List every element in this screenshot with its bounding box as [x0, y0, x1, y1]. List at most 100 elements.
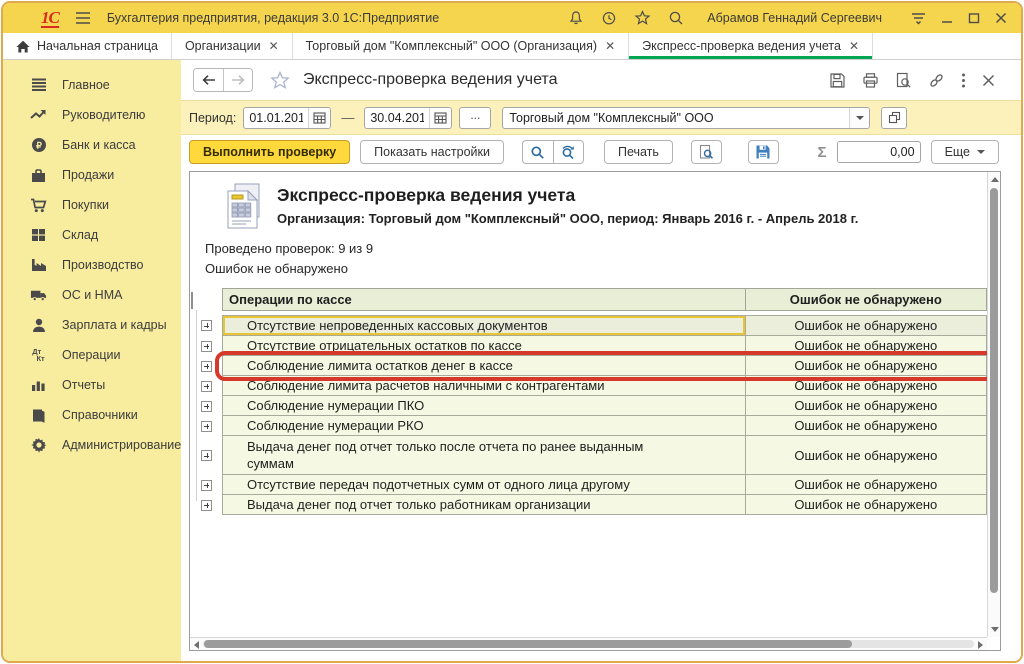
expand-plus-icon[interactable]: [201, 381, 212, 392]
check-status-cell[interactable]: Ошибок не обнаружено: [746, 495, 987, 515]
tab-close-icon[interactable]: ✕: [849, 40, 859, 52]
vertical-scrollbar[interactable]: [987, 172, 1000, 637]
expand-plus-icon[interactable]: [201, 401, 212, 412]
search-icon[interactable]: [668, 10, 684, 26]
save-icon[interactable]: [829, 72, 846, 89]
sidebar-item-operations[interactable]: Дт Кт Операции: [3, 340, 181, 370]
more-menu-kebab-icon[interactable]: [961, 72, 966, 89]
check-status-cell[interactable]: Ошибок не обнаружено: [746, 336, 987, 356]
show-settings-button[interactable]: Показать настройки: [360, 140, 504, 164]
calendar-icon[interactable]: [308, 108, 330, 128]
check-name-cell[interactable]: Соблюдение нумерации ПКО: [222, 396, 746, 416]
check-row[interactable]: Отсутствие непроведенных кассовых докуме…: [190, 315, 987, 336]
expand-plus-icon[interactable]: [201, 341, 212, 352]
date-from-input[interactable]: [244, 111, 308, 125]
user-name[interactable]: Абрамов Геннадий Сергеевич: [707, 11, 882, 25]
sidebar-item-administration[interactable]: Администрирование: [3, 430, 181, 460]
expand-plus-icon[interactable]: [201, 320, 212, 331]
tab-express-check[interactable]: Экспресс-проверка ведения учета ✕: [629, 33, 873, 59]
sidebar-item-fixed-assets[interactable]: ОС и НМА: [3, 280, 181, 310]
expand-plus-icon[interactable]: [201, 480, 212, 491]
sum-input[interactable]: [838, 145, 920, 159]
choose-from-list-icon[interactable]: [881, 107, 907, 129]
dropdown-arrow-icon[interactable]: [849, 108, 869, 128]
close-form-icon[interactable]: [982, 74, 995, 87]
save-result-button[interactable]: [748, 140, 779, 164]
horizontal-scrollbar[interactable]: [190, 637, 987, 650]
sidebar-item-manager[interactable]: Руководителю: [3, 100, 181, 130]
date-from-field[interactable]: [243, 107, 331, 129]
expand-plus-icon[interactable]: [201, 421, 212, 432]
favorites-star-icon[interactable]: [634, 10, 651, 26]
close-window-icon[interactable]: [995, 12, 1007, 24]
notifications-bell-icon[interactable]: [568, 10, 584, 26]
check-name-cell[interactable]: Соблюдение лимита остатков денег в кассе: [222, 356, 746, 376]
date-to-field[interactable]: [364, 107, 452, 129]
check-status-cell[interactable]: Ошибок не обнаружено: [746, 356, 987, 376]
check-name-cell[interactable]: Соблюдение лимита расчетов наличными с к…: [222, 376, 746, 396]
find-next-button[interactable]: [553, 140, 584, 164]
preview-icon[interactable]: [895, 72, 912, 89]
sidebar-item-production[interactable]: Производство: [3, 250, 181, 280]
sidebar-item-sales[interactable]: Продажи: [3, 160, 181, 190]
scroll-left-icon[interactable]: [194, 641, 199, 649]
sidebar-item-reports[interactable]: Отчеты: [3, 370, 181, 400]
tab-organization-card[interactable]: Торговый дом "Комплексный" ООО (Организа…: [293, 33, 630, 59]
back-button[interactable]: [194, 69, 223, 91]
check-name-cell[interactable]: Отсутствие отрицательных остатков по кас…: [222, 336, 746, 356]
tab-home[interactable]: Начальная страница: [3, 33, 172, 59]
sum-field[interactable]: [837, 141, 921, 163]
check-row[interactable]: Соблюдение нумерации РКО Ошибок не обнар…: [190, 416, 987, 436]
print-button[interactable]: Печать: [604, 140, 673, 164]
calendar-icon[interactable]: [429, 108, 451, 128]
run-check-button[interactable]: Выполнить проверку: [189, 140, 350, 164]
group-status-header[interactable]: Ошибок не обнаружено: [746, 288, 987, 311]
sidebar-item-directories[interactable]: Справочники: [3, 400, 181, 430]
expand-plus-icon[interactable]: [201, 500, 212, 511]
check-name-cell[interactable]: Соблюдение нумерации РКО: [222, 416, 746, 436]
check-status-cell[interactable]: Ошибок не обнаружено: [746, 315, 987, 336]
check-row[interactable]: Соблюдение нумерации ПКО Ошибок не обнар…: [190, 396, 987, 416]
scroll-right-icon[interactable]: [978, 641, 983, 649]
sidebar-item-salary-hr[interactable]: Зарплата и кадры: [3, 310, 181, 340]
check-name-cell[interactable]: Выдача денег под отчет только после отче…: [222, 436, 746, 475]
tab-organizations[interactable]: Организации ✕: [172, 33, 293, 59]
print-preview-button[interactable]: [691, 140, 722, 164]
check-status-cell[interactable]: Ошибок не обнаружено: [746, 376, 987, 396]
check-name-cell[interactable]: Отсутствие непроведенных кассовых докуме…: [222, 315, 746, 336]
scroll-up-icon[interactable]: [991, 177, 999, 182]
horizontal-scroll-thumb[interactable]: [204, 640, 852, 648]
tab-close-icon[interactable]: ✕: [605, 40, 615, 52]
expand-plus-icon[interactable]: [201, 450, 212, 461]
sidebar-item-warehouse[interactable]: Склад: [3, 220, 181, 250]
group-header[interactable]: Операции по кассе: [222, 288, 746, 311]
scroll-down-icon[interactable]: [991, 627, 999, 632]
check-name-cell[interactable]: Отсутствие передач подотчетных сумм от о…: [222, 475, 746, 495]
check-row[interactable]: Выдача денег под отчет только после отче…: [190, 436, 987, 475]
sidebar-item-purchases[interactable]: Покупки: [3, 190, 181, 220]
vertical-scroll-thumb[interactable]: [990, 188, 998, 593]
period-more-button[interactable]: ...: [459, 107, 491, 129]
print-icon[interactable]: [862, 72, 879, 89]
link-icon[interactable]: [928, 72, 945, 89]
check-status-cell[interactable]: Ошибок не обнаружено: [746, 416, 987, 436]
expand-plus-icon[interactable]: [201, 361, 212, 372]
table-header-row[interactable]: Операции по кассе Ошибок не обнаружено: [190, 288, 987, 311]
main-menu-icon[interactable]: [75, 11, 91, 25]
find-button[interactable]: [522, 140, 553, 164]
check-row[interactable]: Выдача денег под отчет только работникам…: [190, 495, 987, 515]
check-status-cell[interactable]: Ошибок не обнаружено: [746, 475, 987, 495]
organization-combo[interactable]: Торговый дом "Комплексный" ООО: [502, 107, 870, 129]
favorite-star-icon[interactable]: [270, 71, 290, 90]
tab-close-icon[interactable]: ✕: [269, 40, 279, 52]
check-status-cell[interactable]: Ошибок не обнаружено: [746, 436, 987, 475]
more-actions-button[interactable]: Еще: [931, 140, 999, 164]
check-name-cell[interactable]: Выдача денег под отчет только работникам…: [222, 495, 746, 515]
forward-button[interactable]: [223, 69, 252, 91]
check-row[interactable]: Соблюдение лимита остатков денег в кассе…: [190, 356, 987, 376]
minimize-icon[interactable]: [941, 12, 953, 24]
sum-sigma-icon[interactable]: Σ: [818, 144, 827, 161]
check-row[interactable]: Соблюдение лимита расчетов наличными с к…: [190, 376, 987, 396]
history-icon[interactable]: [601, 10, 617, 26]
sidebar-item-main[interactable]: Главное: [3, 70, 181, 100]
